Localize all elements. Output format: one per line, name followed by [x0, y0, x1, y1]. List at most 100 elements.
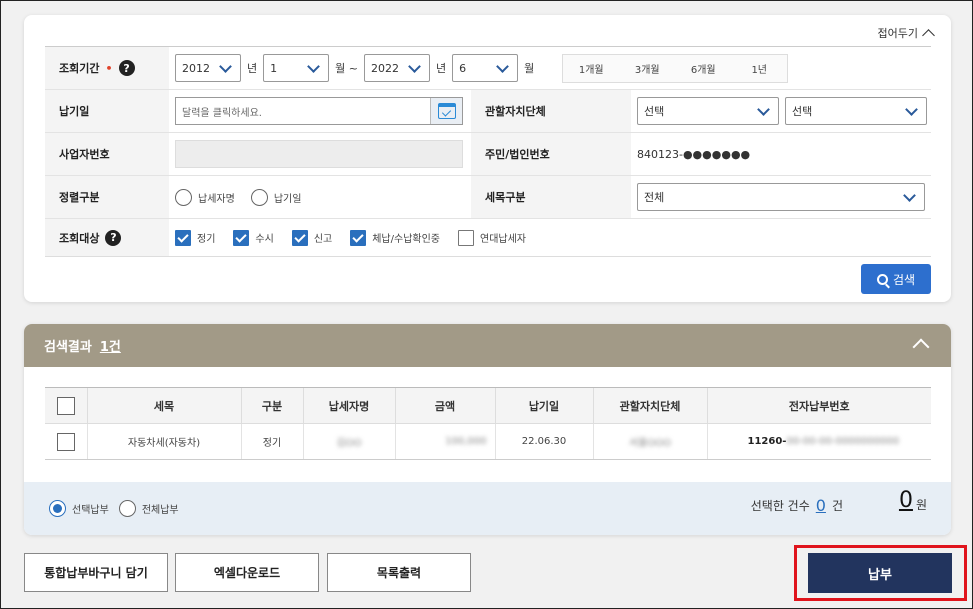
sort-label-cell: 정렬구분 [45, 176, 169, 218]
col-header: 세목 [86, 387, 241, 424]
chevron-down-icon [307, 59, 320, 73]
jurisdiction-cell: 선택 선택 [631, 90, 927, 132]
range-6-month-button[interactable]: 6개월 [675, 55, 731, 82]
total-amount: 0 원 [899, 488, 927, 513]
sort-option-duedate[interactable]: 납기일 [250, 188, 301, 206]
cell-type: 정기 [240, 423, 303, 460]
pay-all-option[interactable]: 전체납부 [118, 500, 179, 517]
sort-option-payer-label: 납세자명 [198, 193, 235, 205]
calendar-icon [437, 103, 456, 119]
resident-cell: 840123-●●●●●●● [631, 133, 750, 175]
selected-count-info: 선택한 건수 0 건 [751, 496, 843, 515]
selected-count-label: 선택한 건수 [750, 499, 810, 513]
select-all-checkbox[interactable] [56, 396, 75, 415]
cell-amount: 100,000 [394, 423, 495, 460]
resident-label: 주민/법인번호 [485, 148, 550, 161]
period-fields: 2012 년 1 월 ~ 2022 년 6 월 1개월 3개월 6개월 1년 [169, 47, 789, 89]
target-label-cell: 조회대상 ? [45, 219, 169, 256]
results-header: 검색결과 1건 [24, 324, 951, 367]
business-number-input [175, 140, 463, 168]
cell-epay-no: 11260-00-00-00-0000000000 [706, 423, 931, 460]
taxitem-cell: 전체 [631, 176, 925, 218]
business-label-cell: 사업자번호 [45, 133, 169, 175]
add-to-cart-button[interactable]: 통합납부바구니 담기 [24, 553, 168, 592]
total-amount-value: 0 [898, 488, 913, 513]
chevron-up-icon[interactable] [912, 338, 930, 356]
jurisdiction-label: 관할자치단체 [485, 105, 546, 118]
search-icon [876, 273, 888, 285]
range-1-year-button[interactable]: 1년 [731, 55, 787, 82]
to-month-select[interactable]: 6 [452, 54, 519, 82]
target-option-occasional[interactable]: 수시 [233, 229, 274, 246]
results-title: 검색결과 [44, 340, 92, 355]
chevron-down-icon [219, 59, 232, 73]
results-table: 세목 구분 납세자명 금액 납기일 관할자치단체 전자납부번호 자동차세(자동차… [45, 387, 931, 460]
cell-item: 자동차세(자동차) [86, 423, 241, 460]
to-month-unit: 월 [524, 62, 535, 75]
from-year-select[interactable]: 2012 [175, 54, 241, 82]
target-options: 정기 수시 신고 체납/수납확인중 연대납세자 [169, 219, 536, 256]
sort-option-payer[interactable]: 납세자명 [175, 188, 235, 206]
target-row: 조회대상 ? 정기 수시 신고 체납/수납확인중 연대납세자 [45, 219, 931, 257]
chevron-down-icon [408, 59, 421, 73]
range-1-month-button[interactable]: 1개월 [563, 55, 619, 82]
taxitem-select[interactable]: 전체 [637, 183, 925, 211]
radio-selected-icon [49, 500, 66, 517]
business-label: 사업자번호 [59, 148, 110, 161]
pay-selected-label: 선택납부 [72, 505, 109, 516]
collapse-toggle[interactable]: 접어두기 [878, 25, 935, 42]
range-3-month-button[interactable]: 3개월 [619, 55, 675, 82]
row-checkbox[interactable] [56, 432, 75, 451]
period-label: 조회기간 [59, 62, 100, 75]
epay-no-prefix: 11260- [747, 436, 787, 447]
target-option-regular[interactable]: 정기 [175, 229, 215, 246]
help-icon[interactable]: ? [105, 229, 122, 246]
search-form: 조회기간 • ? 2012 년 1 월 ~ 2022 년 6 월 1개월 3개월… [45, 46, 931, 257]
results-count[interactable]: 1건 [100, 336, 121, 355]
col-header: 금액 [394, 387, 495, 424]
checkbox-unchecked-icon [458, 229, 474, 246]
resident-label-cell: 주민/법인번호 [471, 133, 631, 175]
jurisdiction-select-2[interactable]: 선택 [785, 97, 927, 125]
target-option-joint[interactable]: 연대납세자 [458, 229, 526, 246]
target-option-label: 신고 [313, 234, 333, 245]
radio-icon [175, 188, 192, 206]
target-option-arrears[interactable]: 체납/수납확인중 [350, 229, 440, 246]
to-month-value: 6 [459, 61, 467, 75]
selected-count-unit: 건 [831, 499, 843, 513]
excel-download-button[interactable]: 엑셀다운로드 [175, 553, 319, 592]
paydate-label-cell: 납기일 [45, 90, 169, 132]
paydate-placeholder: 달력을 클릭하세요. [182, 107, 262, 119]
pay-all-label: 전체납부 [141, 505, 179, 516]
from-year-value: 2012 [182, 61, 210, 75]
search-button[interactable]: 검색 [861, 264, 931, 294]
jurisdiction-select-1-value: 선택 [644, 105, 665, 118]
search-button-label: 검색 [892, 272, 916, 287]
month-unit-tilde: 월 ~ [335, 62, 358, 75]
chevron-down-icon [757, 102, 770, 116]
print-list-button[interactable]: 목록출력 [327, 553, 471, 592]
to-year-select[interactable]: 2022 [363, 54, 430, 82]
chevron-down-icon [903, 188, 916, 202]
paydate-input[interactable]: 달력을 클릭하세요. [175, 97, 463, 125]
jurisdiction-select-1[interactable]: 선택 [637, 97, 779, 125]
sort-cell: 납세자명 납기일 [169, 176, 471, 218]
target-option-report[interactable]: 신고 [291, 229, 333, 246]
paydate-cell: 달력을 클릭하세요. [169, 90, 471, 132]
pay-button[interactable]: 납부 [808, 553, 952, 593]
help-icon[interactable]: ? [118, 60, 135, 76]
from-month-select[interactable]: 1 [263, 54, 330, 82]
radio-icon [250, 188, 268, 206]
cell-region: 서울OOO [592, 423, 707, 460]
chevron-down-icon [905, 102, 918, 116]
business-row: 사업자번호 주민/법인번호 840123-●●●●●●● [45, 133, 931, 176]
pay-selected-option[interactable]: 선택납부 [49, 500, 109, 517]
taxitem-label: 세목구분 [485, 191, 526, 204]
paydate-row: 납기일 달력을 클릭하세요. 관할자치단체 선택 선택 [45, 90, 931, 133]
results-panel: 검색결과 1건 세목 구분 납세자명 금액 납기일 관할자치단체 전자납부번호 … [24, 324, 951, 535]
taxitem-label-cell: 세목구분 [471, 176, 631, 218]
checkbox-checked-icon [291, 229, 308, 246]
table-row[interactable]: 자동차세(자동차) 정기 김OO 100,000 22.06.30 서울OOO … [45, 423, 931, 460]
table-header-row: 세목 구분 납세자명 금액 납기일 관할자치단체 전자납부번호 [45, 387, 931, 424]
calendar-button[interactable] [430, 98, 462, 124]
